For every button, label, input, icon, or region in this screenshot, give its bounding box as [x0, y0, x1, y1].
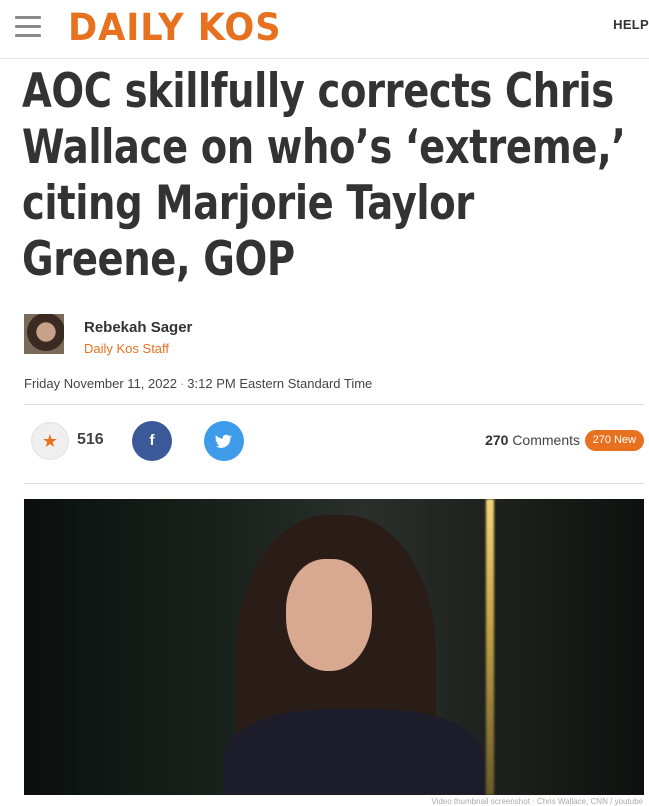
site-header: DAILY KOS HELP: [0, 0, 649, 59]
star-icon: ★: [41, 431, 59, 451]
twitter-bird-icon: [215, 434, 232, 448]
hamburger-icon-bar: [15, 25, 41, 28]
divider-top: [24, 404, 644, 405]
help-link[interactable]: HELP: [613, 17, 649, 32]
comments-count: 270: [485, 432, 509, 448]
social-bar: ★ 516 f 270 Comments 270 New: [24, 420, 644, 462]
facebook-share-button[interactable]: f: [132, 421, 172, 461]
twitter-icon: [204, 421, 244, 461]
facebook-icon: f: [149, 432, 155, 449]
comments-label: Comments: [512, 432, 580, 448]
article-hero-image[interactable]: [24, 499, 644, 795]
image-caption: Video thumbnail screenshot · Chris Walla…: [431, 797, 643, 806]
dateline-separator: ·: [179, 376, 185, 391]
hamburger-icon-bar: [15, 34, 41, 37]
twitter-share-button[interactable]: [204, 421, 244, 461]
recommend-count: 516: [77, 431, 104, 448]
article-dateline: Friday November 11, 2022 · 3:12 PM Eastern…: [24, 376, 372, 391]
recommend-button[interactable]: ★: [31, 422, 69, 460]
author-role-link[interactable]: Daily Kos Staff: [84, 341, 169, 356]
daily-kos-logo[interactable]: DAILY KOS: [68, 6, 281, 50]
hamburger-icon-bar: [15, 16, 41, 19]
article-title: AOC skillfully corrects Chris Wallace on…: [22, 64, 626, 287]
hamburger-menu-button[interactable]: [15, 16, 41, 38]
author-name-link[interactable]: Rebekah Sager: [84, 319, 192, 336]
subject-face: [286, 559, 372, 671]
comments-link[interactable]: 270 Comments: [485, 432, 580, 448]
background-light-strip: [486, 499, 494, 795]
author-avatar[interactable]: [24, 314, 64, 354]
publish-time: 3:12 PM Eastern Standard Time: [187, 376, 373, 391]
publish-date: Friday November 11, 2022: [24, 376, 177, 391]
divider-bottom: [24, 483, 644, 484]
subject-jacket: [224, 709, 484, 795]
new-comments-badge[interactable]: 270 New: [584, 430, 644, 451]
